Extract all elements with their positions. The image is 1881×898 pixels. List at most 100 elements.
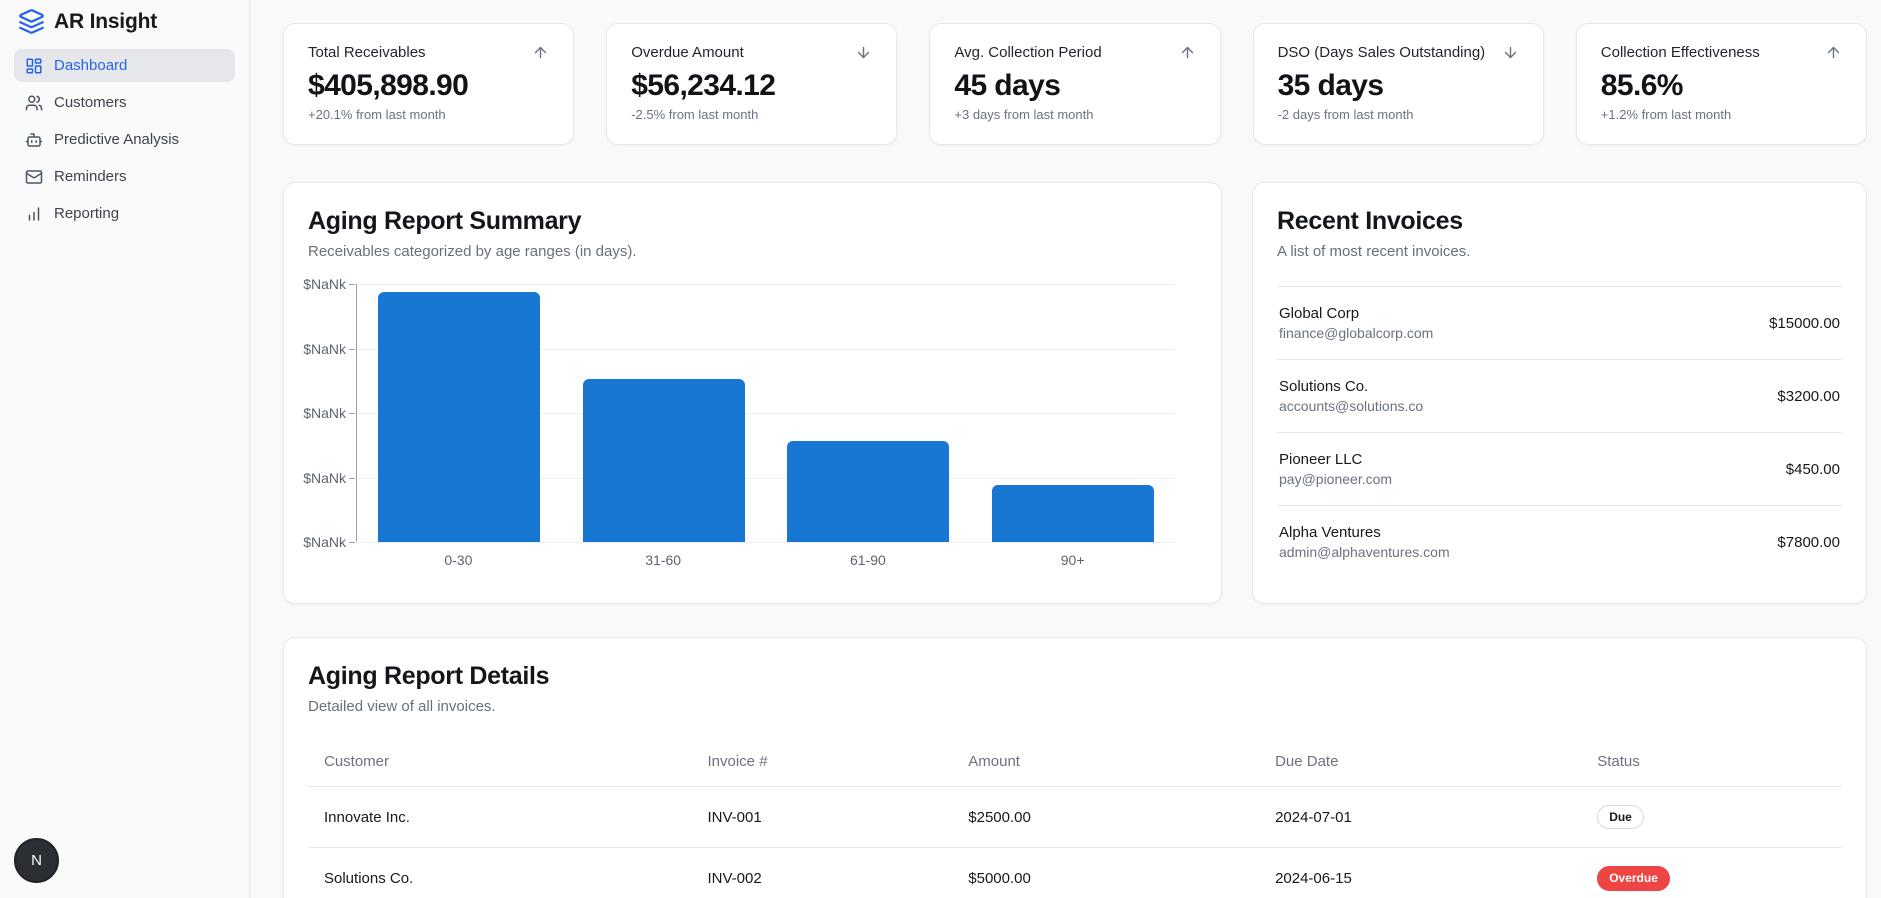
status-badge-overdue: Overdue — [1597, 866, 1670, 891]
main-content: Total Receivables $405,898.90 +20.1% fro… — [250, 0, 1881, 898]
avatar-initial: N — [31, 852, 42, 869]
invoice-email: finance@globalcorp.com — [1279, 325, 1434, 341]
invoice-customer: Global Corp — [1279, 305, 1360, 322]
stat-change: +3 days from last month — [954, 107, 1094, 122]
aging-details-subtitle: Detailed view of all invoices. — [308, 698, 496, 715]
recent-invoices-title: Recent Invoices — [1277, 207, 1463, 235]
column-header-customer[interactable]: Customer — [308, 739, 692, 787]
column-header-amount[interactable]: Amount — [952, 739, 1260, 787]
stat-value: 35 days — [1277, 69, 1384, 102]
invoice-list-item[interactable]: Pioneer LLC pay@pioneer.com $450.00 — [1277, 432, 1842, 505]
invoice-email: admin@alphaventures.com — [1279, 544, 1450, 560]
stat-label: Avg. Collection Period — [954, 44, 1102, 61]
stat-value: 85.6% — [1600, 69, 1684, 102]
y-tick-label: $NaNk — [303, 276, 355, 292]
sidebar-item-label: Predictive Analysis — [54, 131, 180, 148]
invoice-amount: $15000.00 — [1769, 314, 1840, 332]
mail-icon — [25, 168, 43, 186]
sidebar-item-dashboard[interactable]: Dashboard — [14, 49, 235, 82]
aging-details-table: Customer Invoice # Amount Due Date Statu… — [308, 739, 1842, 898]
invoice-list-item[interactable]: Alpha Ventures admin@alphaventures.com $… — [1277, 505, 1842, 578]
sidebar-nav: Dashboard Customers Predictive Analysis … — [14, 49, 235, 230]
y-tick-label: $NaNk — [303, 405, 355, 421]
stat-label: Collection Effectiveness — [1600, 44, 1760, 61]
dashboard-icon — [25, 57, 43, 75]
invoice-email: accounts@solutions.co — [1279, 398, 1424, 414]
invoice-list-item[interactable]: Global Corp finance@globalcorp.com $1500… — [1277, 286, 1842, 359]
stat-label: Total Receivables — [308, 44, 426, 61]
recent-invoices-list: Global Corp finance@globalcorp.com $1500… — [1277, 286, 1842, 578]
trend-up-icon — [1825, 44, 1842, 61]
stat-card-dso: DSO (Days Sales Outstanding) 35 days -2 … — [1252, 23, 1544, 145]
stat-change: +20.1% from last month — [308, 107, 446, 122]
sidebar-item-reporting[interactable]: Reporting — [14, 197, 235, 230]
status-badge-due: Due — [1597, 805, 1644, 830]
chart-x-axis: 0-30 31-60 61-90 90+ — [356, 552, 1175, 568]
x-tick-label: 61-90 — [849, 552, 886, 568]
chart-y-axis: $NaNk $NaNk $NaNk $NaNk $NaNk — [303, 276, 356, 550]
sidebar: AR Insight Dashboard Customers Predictiv… — [0, 0, 250, 898]
invoice-customer: Pioneer LLC — [1279, 451, 1363, 468]
bar-90-plus[interactable] — [991, 485, 1154, 542]
bar-61-90[interactable] — [787, 441, 950, 542]
invoice-list-item[interactable]: Solutions Co. accounts@solutions.co $320… — [1277, 359, 1842, 432]
trend-up-icon — [1179, 44, 1196, 61]
x-tick-label: 90+ — [1060, 552, 1085, 568]
users-icon — [25, 94, 43, 112]
aging-summary-card: Aging Report Summary Receivables categor… — [283, 182, 1222, 604]
column-header-status[interactable]: Status — [1581, 739, 1842, 787]
trend-down-icon — [1502, 44, 1519, 61]
table-header-row: Customer Invoice # Amount Due Date Statu… — [308, 739, 1842, 787]
stat-card-collection-effectiveness: Collection Effectiveness 85.6% +1.2% fro… — [1575, 23, 1867, 145]
app-root: AR Insight Dashboard Customers Predictiv… — [0, 0, 1881, 898]
invoice-customer: Alpha Ventures — [1279, 524, 1381, 541]
avatar[interactable]: N — [14, 838, 59, 883]
y-tick-label: $NaNk — [303, 534, 355, 550]
cell-due-date: 2024-06-15 — [1259, 847, 1582, 898]
table-row[interactable]: Solutions Co. INV-002 $5000.00 2024-06-1… — [308, 847, 1842, 898]
sidebar-item-reminders[interactable]: Reminders — [14, 160, 235, 193]
cell-due-date: 2024-07-01 — [1259, 786, 1582, 849]
cell-customer: Innovate Inc. — [308, 786, 692, 849]
sidebar-item-label: Customers — [54, 94, 127, 111]
trend-down-icon — [855, 44, 872, 61]
bar-31-60[interactable] — [582, 379, 745, 542]
cell-invoice: INV-001 — [691, 786, 953, 849]
bar-0-30[interactable] — [378, 291, 541, 542]
bar-chart-icon — [25, 205, 43, 223]
invoice-customer: Solutions Co. — [1279, 378, 1369, 395]
sidebar-item-predictive-analysis[interactable]: Predictive Analysis — [14, 123, 235, 156]
column-header-invoice[interactable]: Invoice # — [691, 739, 953, 787]
chart-bars — [357, 284, 1175, 542]
cell-customer: Solutions Co. — [308, 847, 692, 898]
stat-change: -2.5% from last month — [631, 107, 759, 122]
aging-bar-chart: $NaNk $NaNk $NaNk $NaNk $NaNk — [303, 276, 1197, 550]
stat-card-total-receivables: Total Receivables $405,898.90 +20.1% fro… — [283, 23, 575, 145]
y-tick-label: $NaNk — [303, 340, 355, 357]
aging-details-card: Aging Report Details Detailed view of al… — [283, 637, 1867, 898]
cell-invoice: INV-002 — [691, 847, 953, 898]
column-header-due-date[interactable]: Due Date — [1259, 739, 1582, 787]
sidebar-item-label: Dashboard — [54, 57, 128, 74]
recent-invoices-card: Recent Invoices A list of most recent in… — [1252, 182, 1867, 604]
app-title: AR Insight — [54, 9, 157, 33]
sidebar-item-customers[interactable]: Customers — [14, 86, 235, 119]
aging-summary-title: Aging Report Summary — [308, 207, 582, 235]
bot-icon — [25, 131, 43, 149]
stat-value: $56,234.12 — [631, 69, 776, 102]
table-row[interactable]: Innovate Inc. INV-001 $2500.00 2024-07-0… — [308, 786, 1842, 849]
cell-amount: $2500.00 — [952, 786, 1260, 849]
chart-plot-area — [356, 284, 1197, 543]
x-tick-label: 31-60 — [645, 552, 682, 568]
mid-row: Aging Report Summary Receivables categor… — [283, 182, 1867, 604]
invoice-email: pay@pioneer.com — [1279, 471, 1393, 487]
stat-change: -2 days from last month — [1277, 107, 1414, 122]
sidebar-item-label: Reminders — [54, 168, 127, 185]
y-tick-label: $NaNk — [303, 469, 355, 486]
aging-summary-subtitle: Receivables categorized by age ranges (i… — [308, 243, 637, 260]
cell-amount: $5000.00 — [952, 847, 1260, 898]
stat-card-overdue-amount: Overdue Amount $56,234.12 -2.5% from las… — [606, 23, 898, 145]
invoice-amount: $3200.00 — [1777, 387, 1840, 405]
x-tick-label: 0-30 — [444, 552, 473, 568]
stat-label: DSO (Days Sales Outstanding) — [1277, 44, 1486, 61]
